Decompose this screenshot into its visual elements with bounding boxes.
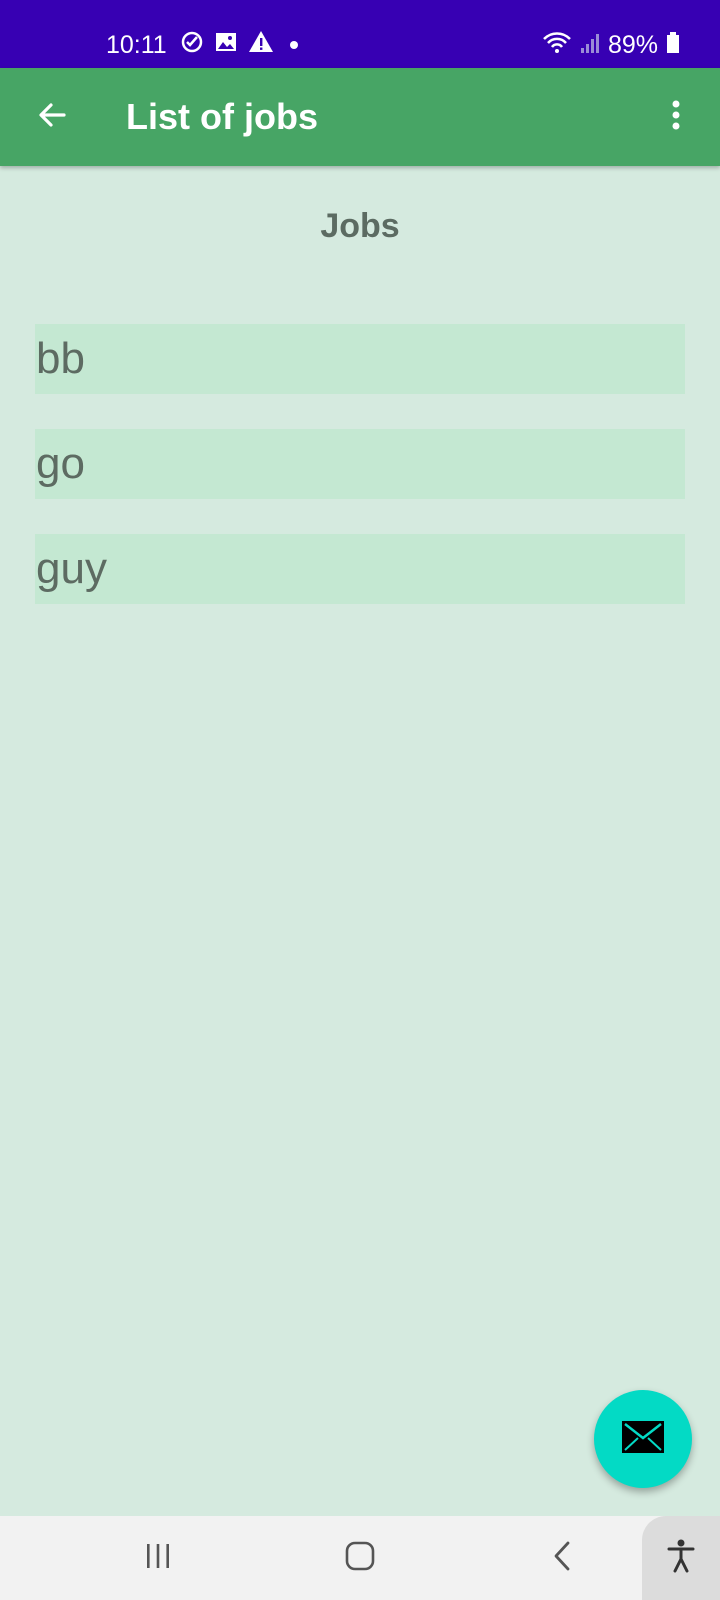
battery-icon: [666, 31, 680, 60]
accessibility-button[interactable]: [642, 1516, 720, 1600]
section-title: Jobs: [320, 207, 400, 245]
more-vert-icon: [671, 99, 681, 136]
list-item[interactable]: guy: [35, 534, 685, 604]
wifi-icon: [542, 31, 572, 60]
image-icon: [214, 30, 238, 59]
status-time: 10:11: [106, 31, 167, 59]
page-title: List of jobs: [126, 96, 318, 137]
job-list: bb go guy: [35, 324, 685, 639]
list-item[interactable]: bb: [35, 324, 685, 394]
battery-percent: 89%: [607, 31, 658, 59]
status-bar: 10:11 89%: [0, 0, 720, 68]
home-icon: [344, 1540, 376, 1577]
back-button[interactable]: [28, 93, 76, 141]
signal-icon: [580, 31, 600, 60]
status-icons-right: 89%: [542, 28, 680, 62]
accessibility-icon: [666, 1539, 696, 1578]
recents-button[interactable]: [134, 1534, 182, 1582]
app-bar: List of jobs: [0, 68, 720, 166]
mail-icon: [621, 1420, 665, 1459]
back-icon: [550, 1540, 574, 1577]
overflow-menu-button[interactable]: [652, 93, 700, 141]
status-icons-left: [180, 30, 298, 59]
back-nav-button[interactable]: [538, 1534, 586, 1582]
mail-fab-button[interactable]: [594, 1390, 692, 1488]
arrow-back-icon: [36, 99, 68, 136]
warning-icon: [248, 30, 274, 59]
list-item[interactable]: go: [35, 429, 685, 499]
recents-icon: [143, 1542, 173, 1575]
check-circle-icon: [180, 30, 204, 59]
navigation-bar: [0, 1516, 720, 1600]
home-button[interactable]: [336, 1534, 384, 1582]
dot-icon: [290, 40, 298, 49]
